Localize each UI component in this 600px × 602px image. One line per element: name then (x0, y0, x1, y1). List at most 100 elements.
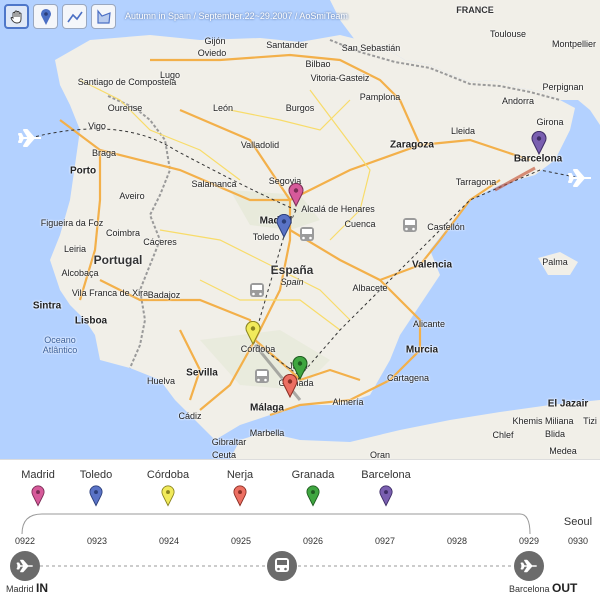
plane-arrival-icon (18, 129, 41, 147)
city-label: Aveiro (119, 191, 145, 201)
city-label: Cartagena (386, 373, 430, 383)
city-label: Sevilla (186, 367, 218, 379)
plane-icon (520, 559, 537, 573)
city-label: Tizi (583, 416, 597, 426)
city-label: Khemis Miliana (512, 416, 574, 426)
city-label: Ourense (107, 103, 143, 113)
timeline-date: 0927 (374, 536, 396, 546)
pin-icon (276, 213, 292, 239)
city-label: Málaga (250, 402, 284, 414)
bus-icon (255, 369, 269, 383)
timeline-date: 0930 (567, 536, 589, 546)
polyline-icon (66, 11, 83, 22)
pin-icon (245, 320, 261, 346)
timeline-date: 0925 (230, 536, 252, 546)
city-label: Coimbra (105, 228, 141, 238)
city-label: Valencia (411, 259, 453, 271)
map-marker-barcelona[interactable] (531, 130, 547, 160)
city-label: Palma (542, 257, 568, 267)
city-label: Burgos (285, 103, 315, 113)
polygon-icon (96, 8, 111, 24)
city-label: Leiria (63, 244, 87, 254)
city-label: Lleida (450, 126, 476, 136)
bus-icon (275, 558, 289, 572)
city-label: Vigo (88, 121, 106, 131)
city-label: Badajoz (147, 290, 181, 300)
map-toolbar (4, 4, 116, 29)
arrival-city: Madrid (6, 584, 34, 594)
marker-icon (40, 8, 51, 25)
city-label: Girona (536, 117, 564, 127)
map-marker-madrid[interactable] (288, 182, 304, 212)
city-label: Gibraltar (211, 437, 247, 447)
departure-city: Barcelona (509, 584, 550, 594)
city-label: Ceuta (211, 450, 237, 459)
trip-timeline: Madrid Toledo Córdoba Nerja Granada Barc… (0, 459, 600, 602)
city-label: Perpignan (542, 82, 584, 92)
city-label: Cádiz (178, 411, 202, 421)
city-label: Braga (91, 148, 117, 158)
bus-icon (403, 218, 417, 232)
plane-icon (16, 559, 33, 573)
city-label: Cuenca (344, 219, 376, 229)
timeline-date: 0922 (14, 536, 36, 546)
pin-icon (531, 130, 547, 156)
city-label: Chlef (492, 430, 514, 440)
city-label: Andorra (501, 96, 535, 106)
arrival-label: Madrid IN (6, 581, 48, 595)
city-label: Oviedo (197, 48, 227, 58)
city-label: Alicante (412, 319, 446, 329)
city-label: El Jazair (547, 398, 589, 410)
city-label: Valladolid (240, 140, 280, 150)
plane-departure-icon (568, 169, 591, 187)
map-marker-nerja[interactable] (282, 373, 298, 403)
departure-label: Barcelona OUT (509, 581, 577, 595)
city-label: Bilbao (305, 59, 331, 69)
timeline-date: 0928 (446, 536, 468, 546)
arrival-tag: IN (36, 581, 49, 595)
city-label: Gijón (204, 36, 226, 46)
city-label: Alcalá de Henares (301, 204, 375, 214)
timeline-date: 0923 (86, 536, 108, 546)
city-label: León (212, 103, 234, 113)
bus-icon (250, 283, 264, 297)
departure-flight-button[interactable] (514, 551, 544, 581)
city-label: Oran (369, 450, 391, 459)
bus-icon (300, 227, 314, 241)
city-label: Medea (549, 446, 577, 456)
city-label: Albacete (352, 283, 388, 293)
sea-label-atlantic: Oceano Atlântico (42, 335, 78, 355)
bus-transfer-button[interactable] (267, 551, 297, 581)
country-label-spain: España (270, 263, 314, 277)
polyline-tool-button[interactable] (62, 4, 87, 29)
marker-tool-button[interactable] (33, 4, 58, 29)
city-label: Blida (544, 429, 566, 439)
city-label: Marbella (249, 428, 285, 438)
city-label: Lugo (159, 70, 181, 80)
end-city-label: Seoul (563, 516, 593, 528)
map-view[interactable]: Autumn in Spain / September.22~29.2007 /… (0, 0, 600, 459)
trip-title: Autumn in Spain / September.22~29.2007 /… (125, 11, 348, 21)
map-marker-cordoba[interactable] (245, 320, 261, 350)
hand-tool-button[interactable] (4, 4, 29, 29)
city-label: Toulouse (489, 29, 527, 39)
city-label: Figueira da Foz (40, 218, 104, 228)
polygon-tool-button[interactable] (91, 4, 116, 29)
city-label: Lisboa (74, 315, 108, 327)
city-label: Salamanca (191, 179, 237, 189)
city-label: Santander (266, 40, 308, 50)
departure-tag: OUT (552, 581, 578, 595)
pin-icon (288, 182, 304, 208)
map-marker-toledo[interactable] (276, 213, 292, 243)
city-label: San Sebastián (341, 43, 401, 53)
city-label: Almería (332, 397, 364, 407)
city-label: Pamplona (359, 92, 401, 102)
city-label: Zaragoza (390, 139, 434, 151)
city-label: Huelva (146, 376, 176, 386)
city-label: Porto (69, 165, 97, 177)
city-label: Alcobaça (61, 268, 99, 278)
city-label: Montpellier (551, 39, 597, 49)
city-label: Sintra (32, 300, 62, 312)
arrival-flight-button[interactable] (10, 551, 40, 581)
hand-icon (9, 10, 21, 23)
